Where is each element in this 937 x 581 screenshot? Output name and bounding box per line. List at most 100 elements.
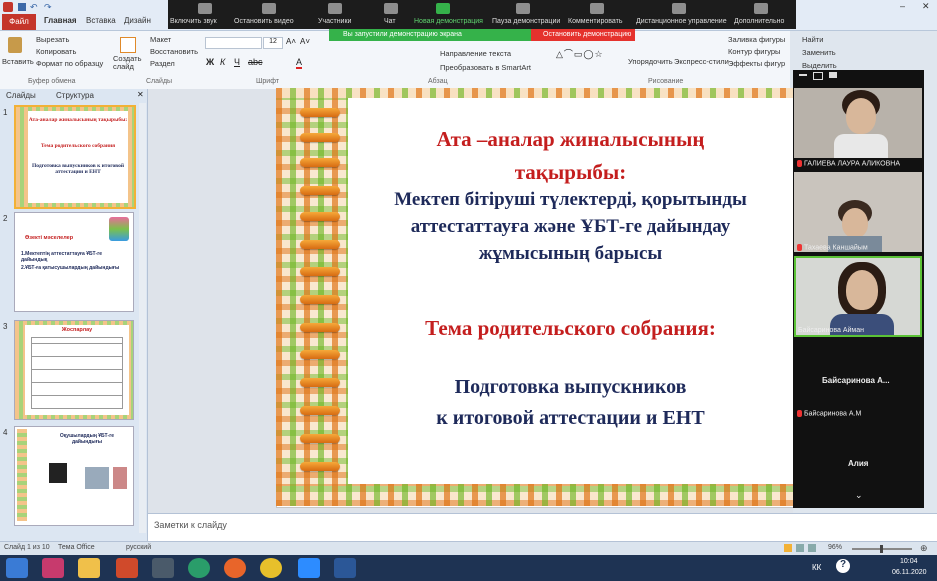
undo-icon[interactable]: ↶ [30,2,38,13]
zoom-slider-thumb[interactable] [880,545,883,553]
annotate-button[interactable]: Комментировать [568,18,623,25]
tab-home[interactable]: Главная [44,16,77,25]
annotate-icon[interactable] [590,3,604,14]
participant-video-2[interactable] [794,172,922,252]
pause-share-button[interactable]: Пауза демонстрации [492,18,560,25]
zoom-app-icon[interactable] [298,558,320,578]
participant-name-3: Байсаринова Айман [798,327,864,334]
shape-outline-button[interactable]: Контур фигуры [728,47,780,56]
stop-share-button[interactable]: Остановить демонстрацию [531,29,635,41]
fit-slide-icon[interactable]: ⊕ [920,543,928,554]
thumb4-title: Оқушылардың ҰБТ-ге дайындығы [59,433,115,445]
remote-control-icon[interactable] [672,3,686,14]
replace-button[interactable]: Заменить [802,48,836,57]
shape-effects-button[interactable]: Эффекты фигур [728,59,785,68]
microphone-icon[interactable] [198,3,212,14]
participant-name-text: Байсаринова Айман [798,327,864,334]
chevron-down-icon[interactable]: ⌄ [855,490,863,501]
convert-smartart-button[interactable]: Преобразовать в SmartArt [440,63,531,72]
video-camera-icon[interactable] [262,3,276,14]
reading-view-icon[interactable] [808,544,816,552]
italic-icon[interactable]: К [220,57,225,67]
reset-button[interactable]: Восстановить [150,47,198,56]
keyboard-language[interactable]: КК [812,563,821,572]
sorter-view-icon[interactable] [796,544,804,552]
quick-styles-button[interactable]: Экспресс-стили [674,57,729,66]
thumb2-title: Өзекті мәселелер [25,235,74,241]
slide-title-line2: тақырыбы: [514,160,627,184]
bold-icon[interactable]: Ж [206,57,214,67]
copy-button[interactable]: Копировать [36,47,76,56]
format-painter-button[interactable]: Формат по образцу [36,59,103,68]
tab-file[interactable]: Файл [2,14,36,30]
panel-scrollbar[interactable] [139,103,146,533]
participant-name-text: Тахаева Каншайым [804,244,868,252]
tab-insert[interactable]: Вставка [86,16,116,25]
unmute-button[interactable]: Включить звук [170,18,217,25]
new-share-icon[interactable] [436,3,450,14]
thumb-number: 1 [3,108,8,117]
calculator-icon[interactable] [152,558,174,578]
slide-thumbnail-3[interactable]: Жоспарлау [14,320,134,420]
thumb4-image [49,463,67,483]
panel-minimize-icon[interactable] [799,74,807,76]
paste-button[interactable]: Вставить [2,57,34,66]
firefox-icon[interactable] [224,558,246,578]
font-name-combo[interactable] [205,37,262,49]
font-size-combo[interactable]: 12 [263,37,283,49]
new-slide-button[interactable]: Создать слайд [113,55,142,71]
zoom-meeting-toolbar: Включить звук Остановить видео Участники… [168,0,796,29]
more-button[interactable]: Дополнительно [734,18,784,25]
slide-thumbnail-1[interactable]: Ата-аналар жиналысының тақырыбы: Тема ро… [14,105,136,209]
pause-share-icon[interactable] [516,3,530,14]
chrome-icon[interactable] [260,558,282,578]
more-icon[interactable] [754,3,768,14]
section-button[interactable]: Раздел [150,59,175,68]
slide-thumbnail-4[interactable]: Оқушылардың ҰБТ-ге дайындығы [14,426,134,526]
normal-view-icon[interactable] [784,544,792,552]
panel-layout-icon[interactable] [813,72,823,80]
help-icon[interactable]: ? [836,559,850,573]
shrink-font-icon[interactable]: A˅ [300,37,310,46]
mail-icon[interactable] [188,558,210,578]
save-icon[interactable] [18,3,26,11]
participants-button[interactable]: Участники [318,18,351,25]
layout-button[interactable]: Макет [150,35,171,44]
cut-button[interactable]: Вырезать [36,35,69,44]
participant-video-1[interactable] [794,88,922,158]
media-app-icon[interactable] [42,558,64,578]
powerpoint-taskbar-icon[interactable] [116,558,138,578]
participant-video-3[interactable] [794,256,922,337]
shape-fill-button[interactable]: Заливка фигуры [728,35,785,44]
new-share-button[interactable]: Новая демонстрация [414,18,483,25]
tab-design[interactable]: Дизайн [124,16,151,25]
strikethrough-icon[interactable]: abc [248,57,263,67]
remote-control-button[interactable]: Дистанционное управление [636,18,727,25]
grow-font-icon[interactable]: A˄ [286,37,296,46]
shapes-gallery[interactable]: △⌒▭◯☆ [556,47,604,60]
window-close-icon[interactable]: ✕ [922,1,930,12]
chat-button[interactable]: Чат [384,18,396,25]
file-explorer-icon[interactable] [78,558,100,578]
word-icon[interactable] [334,558,356,578]
start-icon[interactable] [6,558,28,578]
notes-pane[interactable]: Заметки к слайду [148,513,937,542]
participant-shirt [834,134,888,158]
panel-grid-icon[interactable] [829,72,837,78]
underline-icon[interactable]: Ч [234,57,240,67]
stop-video-button[interactable]: Остановить видео [234,18,294,25]
close-panel-icon[interactable]: ✕ [137,90,144,99]
chat-icon[interactable] [384,3,398,14]
tab-slides[interactable]: Слайды [6,91,36,100]
minimize-icon[interactable]: – [900,1,905,11]
text-direction-button[interactable]: Направление текста [440,49,511,58]
redo-icon[interactable]: ↷ [44,2,52,13]
find-button[interactable]: Найти [802,35,823,44]
arrange-button[interactable]: Упорядочить [628,57,673,66]
font-color-icon[interactable]: A [296,57,303,69]
tab-outline[interactable]: Структура [56,91,94,100]
participants-icon[interactable] [328,3,342,14]
select-button[interactable]: Выделить [802,61,837,70]
slide-counter: Слайд 1 из 10 [4,544,50,551]
slide-thumbnail-2[interactable]: Өзекті мәселелер 1.Мектептің аттестаттау… [14,212,134,312]
